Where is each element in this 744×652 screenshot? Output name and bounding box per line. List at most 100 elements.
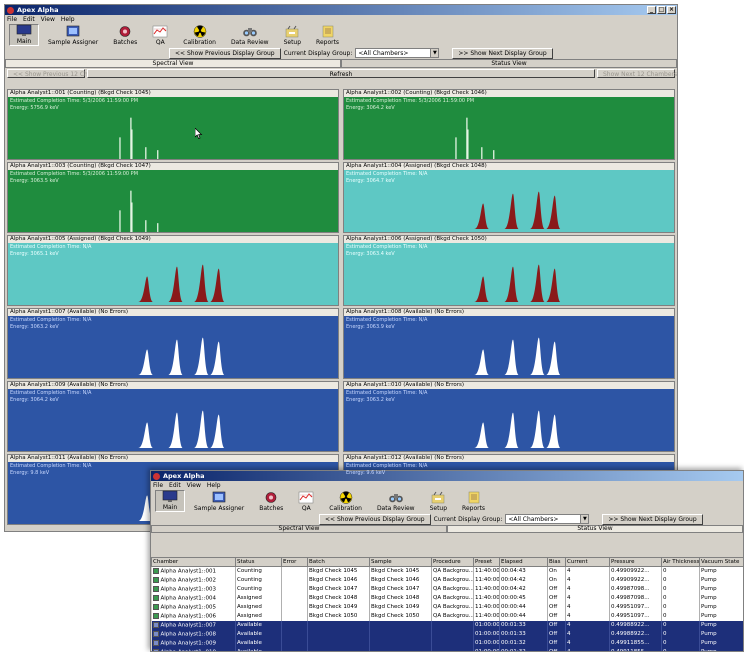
minimize-button[interactable]: _	[647, 6, 656, 14]
energy-readout: Energy: 9.8 keV	[10, 470, 50, 476]
chamber-panel[interactable]: Alpha Analyst1::009 (Available) (No Erro…	[7, 381, 339, 452]
chamber-panel[interactable]: Alpha Analyst1::001 (Counting) (Bkgd Che…	[7, 89, 339, 160]
column-header[interactable]: Current	[565, 557, 610, 567]
chamber-panel[interactable]: Alpha Analyst1::002 (Counting) (Bkgd Che…	[343, 89, 675, 160]
table-row[interactable]: Alpha Analyst1::007 Available 01:00:00 00:0…	[151, 620, 743, 630]
tab-spectral-view[interactable]: Spectral View	[151, 525, 447, 533]
column-header[interactable]: Bias	[547, 557, 566, 567]
toolbar-calibration-button[interactable]: Calibration	[177, 24, 222, 46]
menu-edit[interactable]: Edit	[169, 482, 181, 489]
toolbar-qa-button[interactable]: QA	[146, 24, 174, 46]
toolbar-reports-button[interactable]: Reports	[456, 490, 491, 512]
menu-help[interactable]: Help	[207, 482, 221, 489]
previous-display-group-button[interactable]: << Show Previous Display Group	[319, 513, 431, 525]
column-header[interactable]: Vacuum State	[699, 557, 743, 567]
chamber-panel[interactable]: Alpha Analyst1::008 (Available) (No Erro…	[343, 308, 675, 379]
spectrum-plot[interactable]: Estimated Completion Time: N/A Energy: 3…	[344, 316, 674, 378]
chamber-panel[interactable]: Alpha Analyst1::005 (Assigned) (Bkgd Che…	[7, 235, 339, 306]
chamber-panel[interactable]: Alpha Analyst1::003 (Counting) (Bkgd Che…	[7, 162, 339, 233]
spectrum-plot[interactable]: Estimated Completion Time: N/A Energy: 3…	[8, 316, 338, 378]
spectrum-info: Estimated Completion Time: N/A Energy: 3…	[10, 390, 91, 404]
table-row[interactable]: Alpha Analyst1::009 Available 01:00:00 00:0…	[151, 638, 743, 648]
table-cell: 0	[661, 638, 700, 648]
spectrum-plot[interactable]: Estimated Completion Time: N/A Energy: 3…	[344, 170, 674, 232]
chamber-panel[interactable]: Alpha Analyst1::004 (Assigned) (Bkgd Che…	[343, 162, 675, 233]
menu-edit[interactable]: Edit	[23, 16, 35, 23]
table-row[interactable]: Alpha Analyst1::003 Counting Bkgd Check 10…	[151, 584, 743, 594]
column-header[interactable]: Elapsed	[499, 557, 548, 567]
chevron-down-icon[interactable]: ▼	[580, 515, 589, 523]
column-header[interactable]: Pressure	[609, 557, 662, 567]
chamber-panel[interactable]: Alpha Analyst1::010 (Available) (No Erro…	[343, 381, 675, 452]
spectrum-plot[interactable]: Estimated Completion Time: N/A Energy: 3…	[8, 389, 338, 451]
chamber-icon	[152, 639, 159, 646]
menu-help[interactable]: Help	[61, 16, 75, 23]
table-cell	[369, 620, 432, 630]
menu-file[interactable]: File	[153, 482, 163, 489]
column-header[interactable]: Batch	[307, 557, 370, 567]
chevron-down-icon[interactable]: ▼	[430, 49, 439, 57]
table-row[interactable]: Alpha Analyst1::008 Available 01:00:00 00:0…	[151, 629, 743, 639]
next-chambers-button[interactable]: Show Next 12 Chambers >>	[597, 69, 677, 78]
tab-spectral-view[interactable]: Spectral View	[5, 59, 341, 68]
menu-file[interactable]: File	[7, 16, 17, 23]
column-header[interactable]: Error	[281, 557, 308, 567]
tab-status-view[interactable]: Status View	[447, 525, 743, 533]
table-cell: Available	[235, 620, 282, 630]
spectrum-info: Estimated Completion Time: 5/3/2006 11:5…	[10, 98, 138, 112]
column-header[interactable]: Procedure	[431, 557, 474, 567]
spectrum-plot[interactable]: Estimated Completion Time: 5/3/2006 11:5…	[8, 97, 338, 159]
column-header[interactable]: Air Thickness	[661, 557, 700, 567]
display-group-select[interactable]: <All Chambers> ▼	[355, 48, 440, 58]
chamber-panel[interactable]: Alpha Analyst1::007 (Available) (No Erro…	[7, 308, 339, 379]
previous-display-group-button[interactable]: << Show Previous Display Group	[169, 47, 281, 59]
menu-view[interactable]: View	[187, 482, 201, 489]
chamber-panel[interactable]: Alpha Analyst1::006 (Assigned) (Bkgd Che…	[343, 235, 675, 306]
toolbar-main-button[interactable]: Main	[9, 24, 39, 46]
table-row[interactable]: Alpha Analyst1::010Available 01:00:0000:0…	[151, 647, 743, 651]
chamber-name: Alpha Analyst1::004	[160, 595, 217, 602]
next-display-group-button[interactable]: >> Show Next Display Group	[602, 513, 703, 525]
table-cell: 00:04:42	[499, 584, 548, 594]
close-button[interactable]: ×	[667, 6, 676, 14]
maximize-button[interactable]: □	[657, 6, 666, 14]
toolbar-batches-button[interactable]: Batches	[253, 490, 289, 512]
spectrum-plot[interactable]: Estimated Completion Time: 5/3/2006 11:5…	[8, 170, 338, 232]
toolbar-data-review-button[interactable]: Data Review	[225, 24, 275, 46]
column-header[interactable]: Chamber	[151, 557, 236, 567]
menu-view[interactable]: View	[41, 16, 55, 23]
spectrum-plot[interactable]: Estimated Completion Time: N/A Energy: 3…	[344, 389, 674, 451]
spectrum-plot[interactable]: Estimated Completion Time: N/A Energy: 3…	[344, 243, 674, 305]
spectrum-plot[interactable]: Estimated Completion Time: N/A Energy: 3…	[8, 243, 338, 305]
toolbar-qa-button[interactable]: QA	[292, 490, 320, 512]
toolbar-setup-button[interactable]: Setup	[424, 490, 453, 512]
next-display-group-button[interactable]: >> Show Next Display Group	[452, 47, 553, 59]
spectrum-plot[interactable]: Estimated Completion Time: 5/3/2006 11:5…	[344, 97, 674, 159]
display-group-select[interactable]: <All Chambers> ▼	[505, 514, 590, 524]
toolbar-calibration-button[interactable]: Calibration	[323, 490, 368, 512]
table-cell: 0	[661, 593, 700, 603]
sample-assigner-icon	[211, 491, 227, 504]
column-header[interactable]: Sample	[369, 557, 432, 567]
refresh-button[interactable]: Refresh	[87, 69, 595, 78]
table-cell: Assigned	[235, 593, 282, 603]
toolbar-main-button[interactable]: Main	[155, 490, 185, 512]
column-header[interactable]: Preset	[473, 557, 500, 567]
table-row[interactable]: Alpha Analyst1::001 Counting Bkgd Check 10…	[151, 566, 743, 576]
column-header[interactable]: Status	[235, 557, 282, 567]
toolbar-sample-assigner-button[interactable]: Sample Assigner	[188, 490, 250, 512]
table-row[interactable]: Alpha Analyst1::004 Assigned Bkgd Check 10…	[151, 593, 743, 603]
table-row[interactable]: Alpha Analyst1::006 Assigned Bkgd Check 10…	[151, 611, 743, 621]
table-row[interactable]: Alpha Analyst1::005 Assigned Bkgd Check 10…	[151, 602, 743, 612]
previous-chambers-button[interactable]: << Show Previous 12 Chambers	[7, 69, 110, 78]
toolbar-reports-button[interactable]: Reports	[310, 24, 345, 46]
toolbar-sample-assigner-button[interactable]: Sample Assigner	[42, 24, 104, 46]
toolbar-batches-button[interactable]: Batches	[107, 24, 143, 46]
tab-status-view[interactable]: Status View	[341, 59, 677, 68]
toolbar-data-review-button[interactable]: Data Review	[371, 490, 421, 512]
table-row[interactable]: Alpha Analyst1::002 Counting Bkgd Check 10…	[151, 575, 743, 585]
toolbar-setup-button[interactable]: Setup	[278, 24, 307, 46]
toolbar: Main Sample Assigner Batches QA Calibration D…	[5, 23, 677, 47]
chamber-panel-title: Alpha Analyst1::002 (Counting) (Bkgd Che…	[344, 90, 674, 97]
spectrum-info: Estimated Completion Time: 5/3/2006 11:5…	[10, 171, 138, 185]
